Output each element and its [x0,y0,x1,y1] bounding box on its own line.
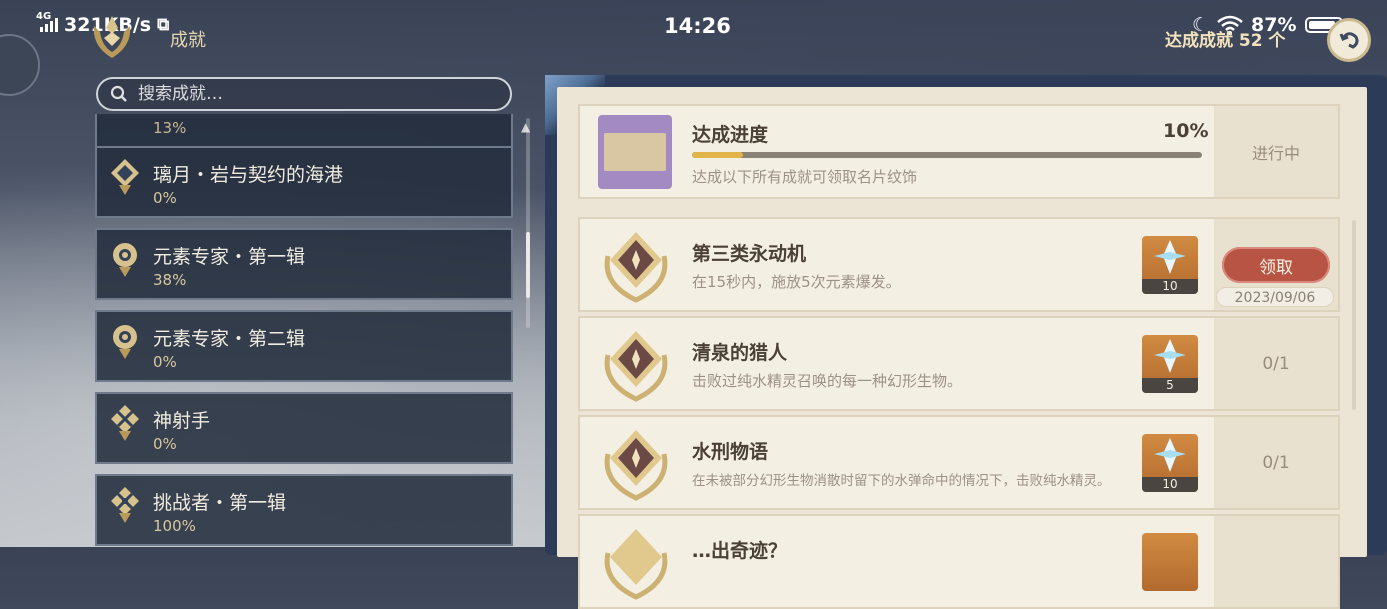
primogem-icon [1154,438,1186,472]
liyue-badge-icon [111,159,139,195]
back-arrow-icon [1339,32,1359,49]
achievement-date: 2023/09/06 [1216,287,1334,307]
primogem-reward: 10 [1142,236,1198,294]
claim-button[interactable]: 领取 [1222,247,1330,283]
category-percent: 0% [153,189,177,207]
search-box[interactable] [96,77,512,111]
achievement-card: …出奇迹？ [578,514,1340,609]
category-name: 挑战者・第一辑 [153,492,287,514]
namecard-image [604,133,666,171]
reward-count: 10 [1142,477,1198,492]
reward-count: 10 [1142,279,1198,294]
achievement-name: 清泉的猎人 [692,342,788,364]
category-percent: 0% [153,353,177,371]
achievement-emblem-icon [93,16,131,58]
back-button[interactable] [1327,18,1371,62]
primogem-icon [1154,339,1186,373]
achievement-description: 在未被部分幻形生物消散时留下的水弹命中的情况下，击败纯水精灵。 [692,473,1111,489]
achievement-badge-icon [604,529,668,600]
element-badge-icon [113,243,137,277]
category-percent: 13% [153,119,187,137]
completed-count: 达成成就 52 个 [1165,31,1286,51]
category-item[interactable]: 元素专家・第一辑 38% [95,228,513,300]
namecard-thumbnail[interactable] [598,115,672,189]
category-percent: 100% [153,517,196,535]
category-scroll-thumb[interactable] [526,232,530,298]
progress-percent: 10% [1163,120,1209,142]
achievement-status-column [1214,516,1338,607]
achievement-badge-icon [604,430,668,501]
achievement-description: 在15秒内，施放5次元素爆发。 [692,273,901,291]
category-item[interactable]: 13% [95,114,513,148]
achievement-name: 第三类永动机 [692,243,807,265]
achievement-card: 清泉的猎人 击败过纯水精灵召唤的每一种幻形生物。 5 0/1 [578,316,1340,411]
category-item[interactable]: 挑战者・第一辑 100% [95,474,513,546]
progress-bar [692,152,1202,158]
element-badge-icon [113,325,137,359]
primogem-icon [1154,240,1186,274]
primogem-reward [1142,533,1198,591]
category-item[interactable]: 元素专家・第二辑 0% [95,310,513,382]
category-name: 璃月・岩与契约的海港 [153,164,344,186]
achievement-scrollbar[interactable] [1352,220,1356,410]
achievement-name: 水刑物语 [692,441,769,463]
achievement-status: 0/1 [1262,452,1290,473]
achievement-status: 0/1 [1262,353,1290,374]
progress-description: 达成以下所有成就可领取名片纹饰 [692,168,918,186]
search-input[interactable] [136,83,500,105]
category-name: 元素专家・第一辑 [153,246,306,268]
category-item[interactable]: 神射手 0% [95,392,513,464]
achievement-badge-icon [604,331,668,402]
achievement-badge-icon [604,232,668,303]
category-list: 13% 璃月・岩与契约的海港 0% 元素专家・第一辑 38% 元素专家・第二辑 … [95,114,515,547]
progress-title: 达成进度 [692,124,769,146]
category-item[interactable]: 璃月・岩与契约的海港 0% [95,146,513,218]
challenger-badge-icon [111,487,139,523]
clock: 14:26 [664,14,731,38]
achievement-name: …出奇迹？ [692,540,788,562]
page-title: 成就 [170,30,206,51]
achievement-description: 击败过纯水精灵召唤的每一种幻形生物。 [692,372,963,390]
achievement-card: 水刑物语 在未被部分幻形生物消散时留下的水弹命中的情况下，击败纯水精灵。 10 … [578,415,1340,510]
search-icon [110,85,127,102]
progress-card: 达成进度 10% 达成以下所有成就可领取名片纹饰 进行中 [578,104,1340,199]
achievement-card: 第三类永动机 在15秒内，施放5次元素爆发。 10 领取 2023/09/06 [578,217,1340,312]
category-name: 神射手 [153,410,211,432]
progress-status: 进行中 [1251,143,1300,163]
network-type: 4G [36,11,52,22]
reward-count: 5 [1142,378,1198,393]
progress-bar-fill [692,152,743,158]
category-percent: 0% [153,435,177,453]
category-name: 元素专家・第二辑 [153,328,306,350]
primogem-reward: 10 [1142,434,1198,492]
category-percent: 38% [153,271,187,289]
primogem-reward: 5 [1142,335,1198,393]
notification-icon: ⧉ [157,15,170,35]
marksman-badge-icon [111,405,139,441]
